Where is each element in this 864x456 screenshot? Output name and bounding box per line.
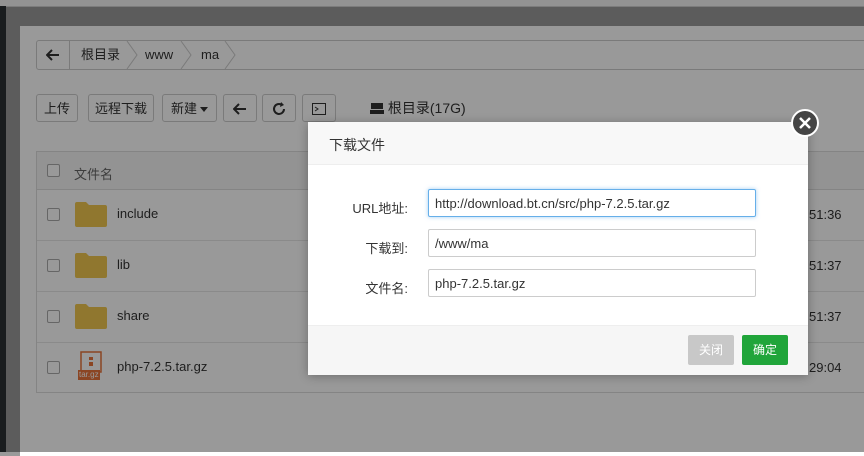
destination-input[interactable]	[428, 229, 756, 257]
download-file-dialog: 下载文件 URL地址: 下载到: 文件名: 关闭 确定	[308, 122, 808, 375]
close-button[interactable]: 关闭	[688, 335, 734, 365]
filename-label: 文件名:	[365, 281, 408, 296]
dialog-header: 下载文件	[308, 122, 808, 165]
filename-input[interactable]	[428, 269, 756, 297]
url-input[interactable]	[428, 189, 756, 217]
destination-label: 下载到:	[365, 241, 408, 256]
dialog-close-button[interactable]	[791, 109, 819, 137]
confirm-button[interactable]: 确定	[742, 335, 788, 365]
url-label: URL地址:	[352, 201, 408, 216]
dialog-footer: 关闭 确定	[308, 325, 808, 375]
close-icon	[799, 117, 811, 129]
dialog-title: 下载文件	[329, 137, 385, 153]
